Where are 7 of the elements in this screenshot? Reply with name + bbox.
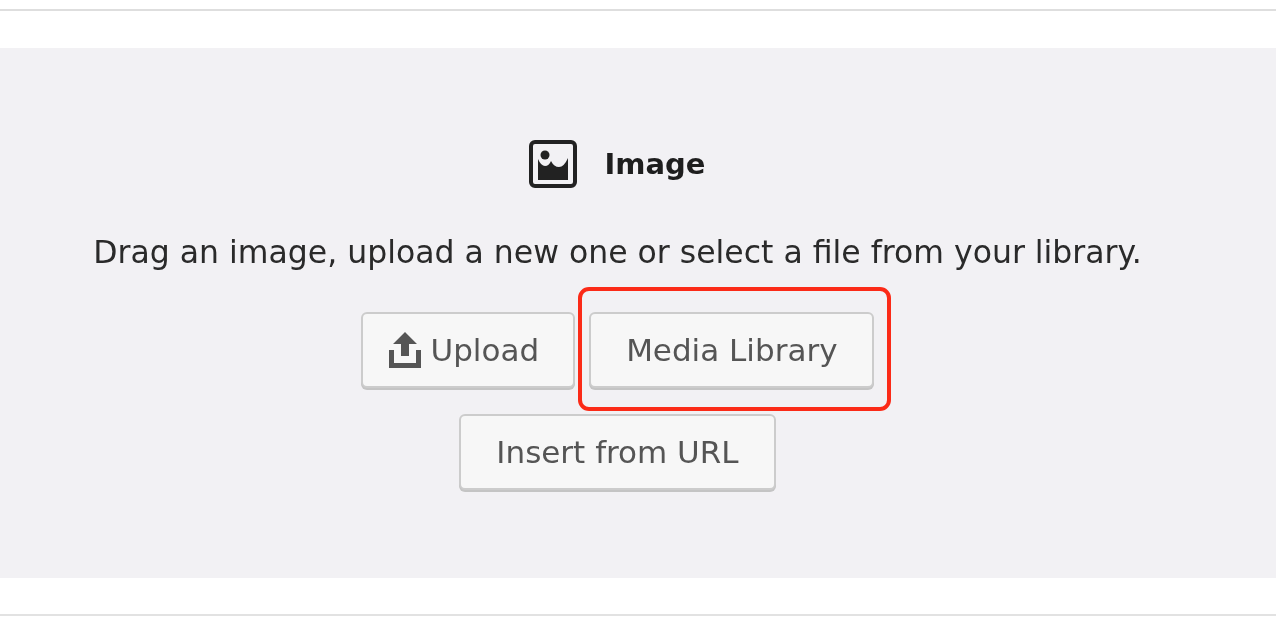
action-button[interactable]: Media Library (589, 312, 875, 388)
instruction-text: Drag an image, upload a new one or select a file from your library. (93, 233, 1142, 272)
image-icon (529, 140, 578, 188)
upload-button[interactable]: Upload (360, 312, 576, 388)
action-button[interactable]: Insert from URL (459, 414, 776, 490)
block-title: Image (604, 146, 706, 183)
upload-icon (388, 332, 421, 368)
